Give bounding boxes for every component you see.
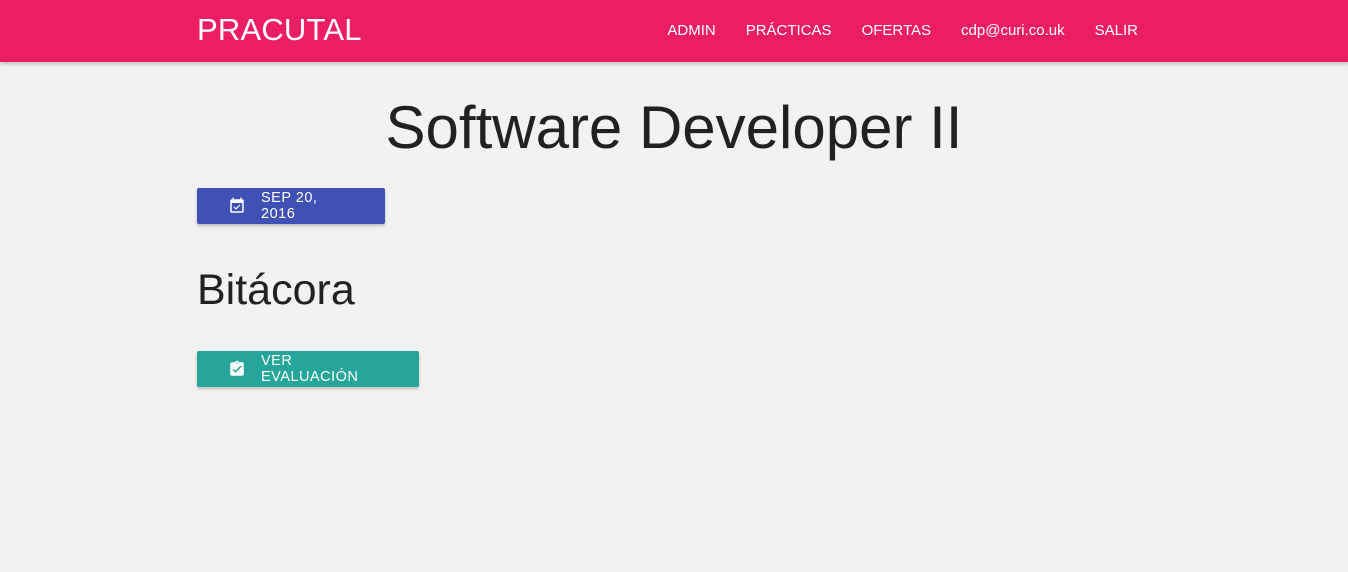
nav-link-ofertas[interactable]: OFERTAS — [847, 0, 946, 62]
brand-logo[interactable]: PRACUTAL — [197, 12, 362, 48]
nav-link-admin[interactable]: ADMIN — [652, 0, 730, 62]
nav-link-user-email[interactable]: cdp@curi.co.uk — [946, 0, 1080, 62]
ver-evaluacion-button[interactable]: VER EVALUACIÓN — [197, 351, 419, 387]
section-title-bitacora: Bitácora — [197, 266, 355, 314]
nav-menu: ADMIN PRÁCTICAS OFERTAS cdp@curi.co.uk S… — [652, 0, 1153, 62]
page-title: Software Developer II — [385, 94, 963, 161]
nav-link-practicas[interactable]: PRÁCTICAS — [731, 0, 847, 62]
clipboard-check-icon — [228, 360, 246, 378]
calendar-check-icon — [228, 197, 246, 215]
ver-evaluacion-label: VER EVALUACIÓN — [261, 353, 359, 385]
date-button[interactable]: SEP 20, 2016 — [197, 188, 385, 224]
top-navbar: PRACUTAL ADMIN PRÁCTICAS OFERTAS cdp@cur… — [0, 0, 1348, 62]
date-label: SEP 20, 2016 — [261, 190, 318, 222]
nav-link-salir[interactable]: SALIR — [1080, 0, 1153, 62]
